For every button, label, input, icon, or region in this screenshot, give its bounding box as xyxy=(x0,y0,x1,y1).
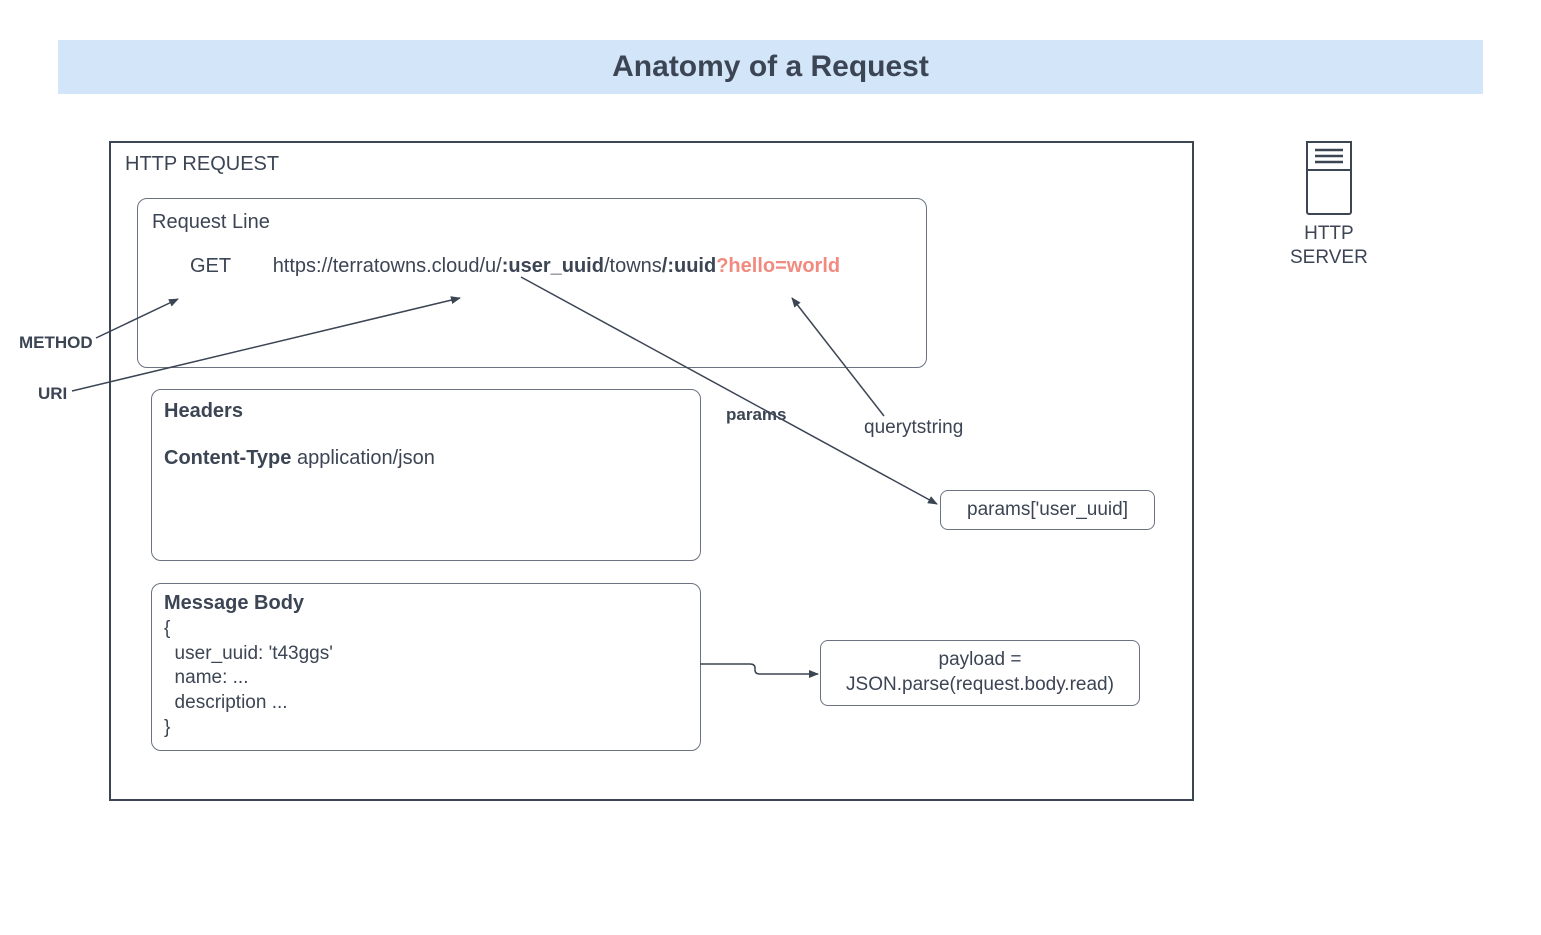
message-body-content: { user_uuid: 't43ggs' name: ... descript… xyxy=(164,617,688,740)
url-uuid-param: /:uuid xyxy=(662,255,716,277)
url-querystring: ?hello=world xyxy=(716,255,840,277)
http-server-label: HTTP SERVER xyxy=(1290,222,1368,270)
method-annotation: METHOD xyxy=(19,333,93,353)
http-method: GET xyxy=(190,255,231,277)
headers-content: Content-Type application/json xyxy=(164,447,688,470)
params-access-box: params['user_uuid] xyxy=(940,490,1155,530)
payload-parse-text: payload = JSON.parse(request.body.read) xyxy=(846,648,1114,697)
title-bar: Anatomy of a Request xyxy=(58,40,1483,94)
headers-box: Headers Content-Type application/json xyxy=(151,389,701,561)
message-body-box: Message Body { user_uuid: 't43ggs' name:… xyxy=(151,583,701,751)
request-line-label: Request Line xyxy=(152,211,912,234)
url-mid: /towns xyxy=(604,255,662,277)
message-body-label: Message Body xyxy=(164,592,688,615)
params-annotation: params xyxy=(726,405,786,425)
content-type-value: application/json xyxy=(297,447,435,469)
headers-label: Headers xyxy=(164,400,688,423)
uri-annotation: URI xyxy=(38,384,67,404)
querystring-annotation: querytstring xyxy=(864,417,963,439)
http-request-label: HTTP REQUEST xyxy=(125,153,279,176)
request-line-content: GET https://terratowns.cloud/u/:user_uui… xyxy=(190,255,840,278)
url-user-uuid-param: :user_uuid xyxy=(502,255,604,277)
request-line-box: Request Line GET https://terratowns.clou… xyxy=(137,198,927,368)
page-title: Anatomy of a Request xyxy=(612,50,929,84)
http-server-icon: HTTP SERVER xyxy=(1290,140,1368,270)
payload-parse-box: payload = JSON.parse(request.body.read) xyxy=(820,640,1140,706)
content-type-key: Content-Type xyxy=(164,447,291,469)
url-base: https://terratowns.cloud/u/ xyxy=(273,255,502,277)
